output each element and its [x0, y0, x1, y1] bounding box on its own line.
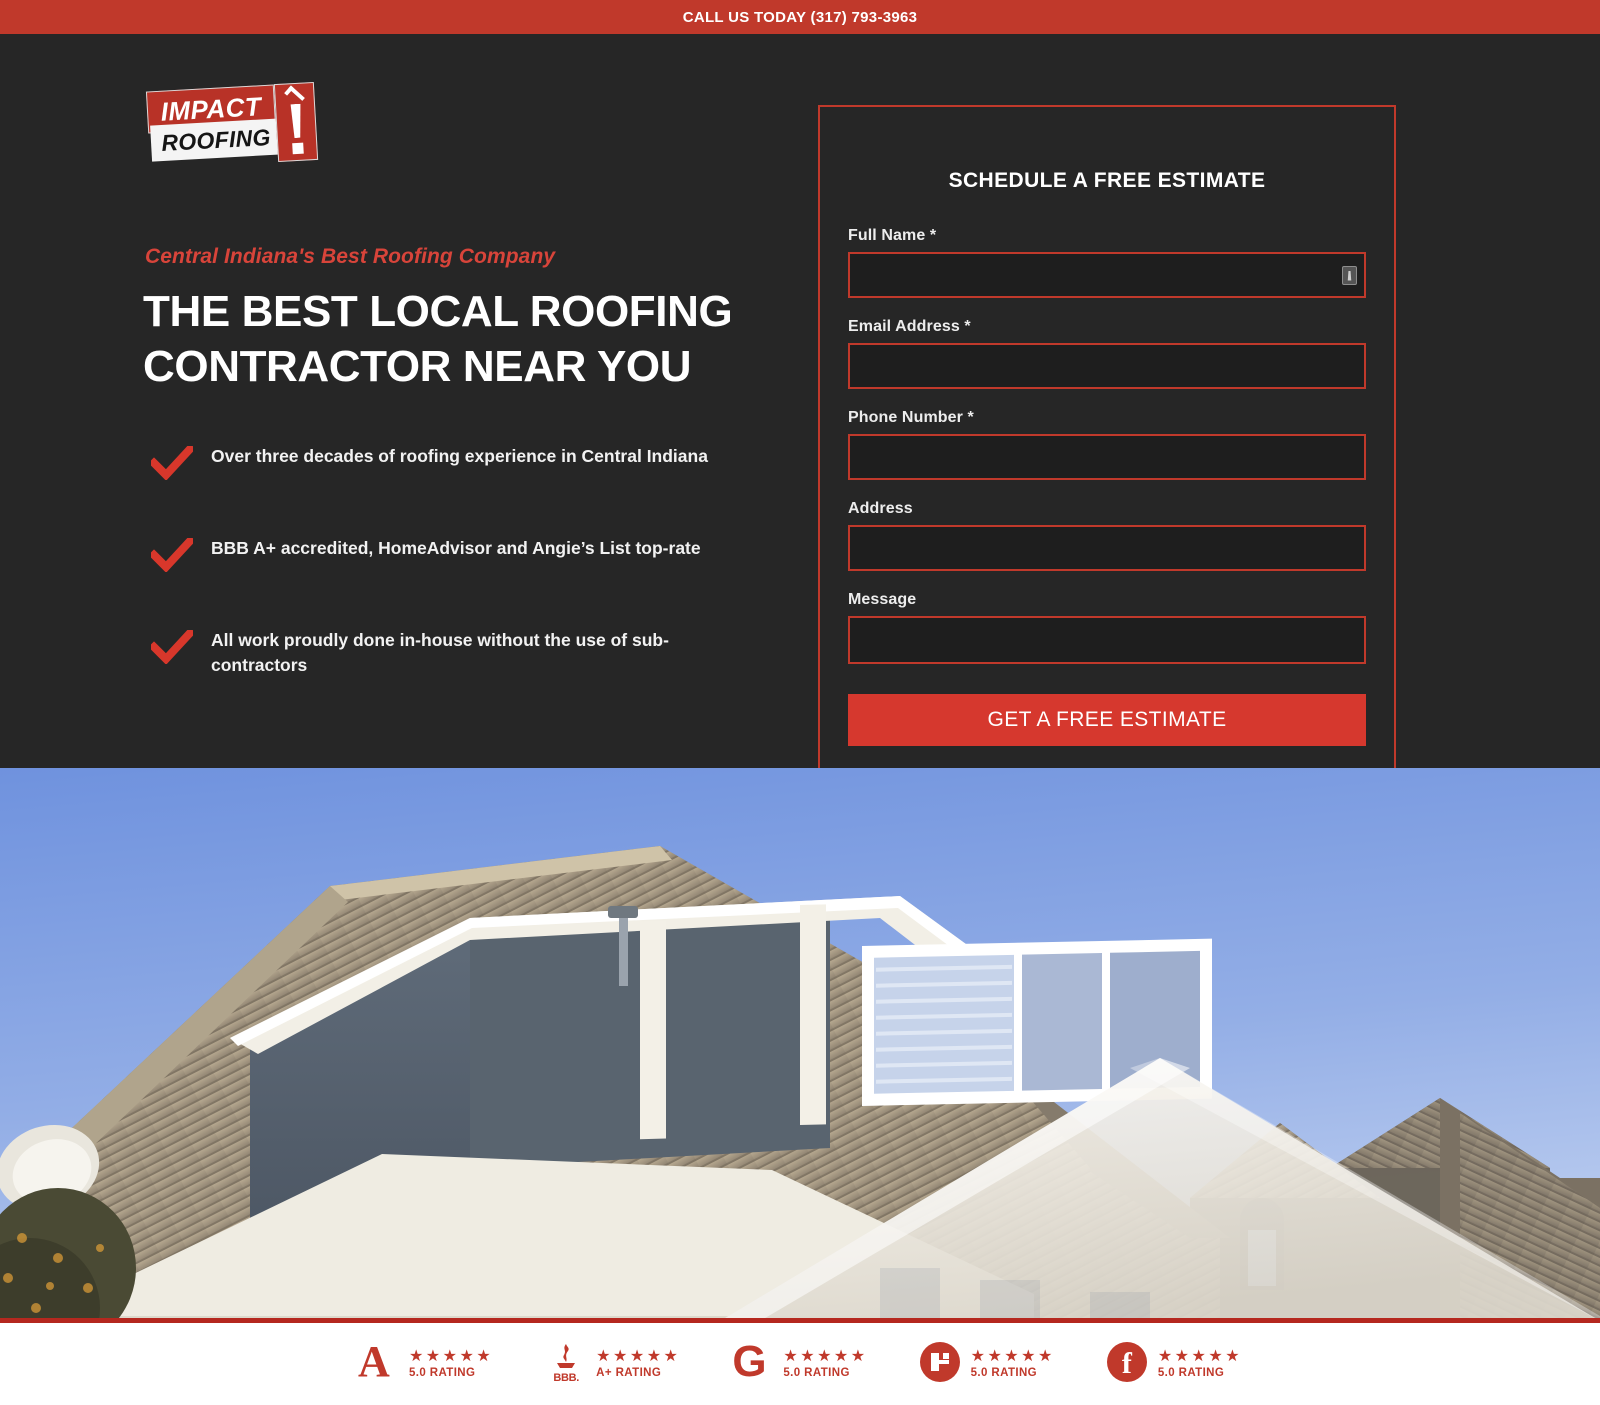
badge-google[interactable]: G ★★★★★ 5.0 RATING: [732, 1337, 868, 1386]
full-name-label: Full Name *: [848, 227, 937, 244]
field-email-address: Email Address *: [848, 318, 1366, 389]
list-item: All work proudly done in-house without t…: [145, 624, 765, 716]
badge-google-text: ★★★★★ 5.0 RATING: [783, 1348, 868, 1380]
badge-angies-list[interactable]: A ★★★★★ 5.0 RATING: [357, 1337, 494, 1386]
facebook-glyph: f: [1121, 1347, 1132, 1380]
form-title: SCHEDULE A FREE ESTIMATE: [948, 169, 1266, 192]
message-input[interactable]: [848, 616, 1366, 664]
logo-roofing-text: ROOFING: [160, 123, 272, 156]
autofill-icon[interactable]: [1342, 266, 1357, 285]
star-rating-icon: ★★★★★: [596, 1348, 681, 1365]
field-address: Address: [848, 500, 1366, 571]
bbb-torch-icon: [557, 1344, 576, 1368]
star-rating-icon: ★★★★★: [408, 1348, 494, 1365]
list-item-label: All work proudly done in-house without t…: [211, 630, 669, 676]
get-free-estimate-button[interactable]: GET A FREE ESTIMATE: [848, 694, 1366, 746]
exclamation-roof-icon: [273, 81, 319, 163]
angies-list-icon: A: [357, 1337, 400, 1386]
angies-list-glyph: A: [357, 1337, 390, 1386]
facebook-circle: f: [1106, 1342, 1147, 1382]
logo-roofing-block: ROOFING: [150, 118, 282, 162]
address-label: Address: [848, 500, 913, 517]
homeadvisor-circle: [919, 1342, 960, 1382]
page-title: THE BEST LOCAL ROOFING CONTRACTOR NEAR Y…: [143, 287, 733, 391]
house-illustration: [0, 768, 1600, 1321]
list-item-label: BBB A+ accredited, HomeAdvisor and Angie…: [211, 538, 701, 558]
badge-homeadvisor[interactable]: ★★★★★ 5.0 RATING: [919, 1342, 1055, 1386]
badge-facebook-text: ★★★★★ 5.0 RATING: [1157, 1348, 1243, 1380]
rating-badges-bar: A ★★★★★ 5.0 RATING BBB. ★★★★★ A+ RATING: [0, 1323, 1600, 1405]
homeadvisor-icon: [919, 1342, 962, 1386]
email-address-input[interactable]: [848, 343, 1366, 389]
phone-number-input[interactable]: [848, 434, 1366, 480]
badge-bbb[interactable]: BBB. ★★★★★ A+ RATING: [545, 1342, 680, 1386]
message-label: Message: [848, 591, 917, 608]
badge-facebook[interactable]: f ★★★★★ 5.0 RATING: [1106, 1342, 1243, 1386]
field-phone-number: Phone Number *: [848, 409, 1366, 480]
badge-angies-list-text: ★★★★★ 5.0 RATING: [408, 1348, 494, 1380]
homeadvisor-glyph-icon: [930, 1353, 949, 1371]
star-rating-icon: ★★★★★: [970, 1348, 1055, 1365]
list-item: BBB A+ accredited, HomeAdvisor and Angie…: [145, 532, 765, 624]
phone-number-label: Phone Number *: [848, 409, 974, 426]
exclamation-bar-icon: [289, 104, 304, 139]
estimate-form-panel: SCHEDULE A FREE ESTIMATE Full Name * Ema…: [818, 105, 1396, 850]
landing-page: CALL US TODAY (317) 793-3963 IMPACT ROOF…: [0, 0, 1600, 1405]
list-item-label: Over three decades of roofing experience…: [211, 446, 708, 466]
checkmark-icon: [151, 538, 193, 572]
call-us-text: CALL US TODAY (317) 793-3963: [682, 8, 918, 26]
roof-chevron-icon: [284, 85, 305, 106]
rating-label: 5.0 RATING: [1157, 1367, 1225, 1379]
form-fields: Full Name * Email Address * Phone Number…: [820, 227, 1394, 664]
rating-label: 5.0 RATING: [783, 1367, 850, 1379]
email-address-label: Email Address *: [848, 318, 971, 335]
list-item: Over three decades of roofing experience…: [145, 440, 765, 532]
hero-benefits-list: Over three decades of roofing experience…: [145, 440, 765, 716]
bbb-icon: BBB.: [545, 1342, 587, 1386]
badge-homeadvisor-text: ★★★★★ 5.0 RATING: [970, 1348, 1055, 1380]
badge-bbb-text: ★★★★★ A+ RATING: [596, 1348, 681, 1380]
address-input[interactable]: [848, 525, 1366, 571]
bbb-glyph: BBB.: [553, 1372, 580, 1384]
star-rating-icon: ★★★★★: [1157, 1348, 1243, 1365]
full-name-input[interactable]: [848, 252, 1366, 298]
hero-eyebrow: Central Indiana's Best Roofing Company: [145, 245, 556, 268]
google-glyph: G: [732, 1337, 767, 1386]
google-icon: G: [732, 1337, 774, 1386]
rating-label: A+ RATING: [596, 1367, 662, 1379]
field-message: Message: [848, 591, 1366, 664]
call-us-bar[interactable]: CALL US TODAY (317) 793-3963: [0, 0, 1600, 34]
impact-roofing-logo[interactable]: IMPACT ROOFING: [145, 74, 320, 169]
checkmark-icon: [151, 446, 193, 480]
checkmark-icon: [151, 630, 193, 664]
rating-label: 5.0 RATING: [970, 1367, 1038, 1379]
hero-house-photo: [0, 768, 1600, 1321]
facebook-icon: f: [1106, 1342, 1149, 1386]
rating-label: 5.0 RATING: [408, 1367, 476, 1379]
star-rating-icon: ★★★★★: [783, 1348, 868, 1365]
field-full-name: Full Name *: [848, 227, 1366, 298]
exclamation-dot-icon: [292, 142, 304, 155]
